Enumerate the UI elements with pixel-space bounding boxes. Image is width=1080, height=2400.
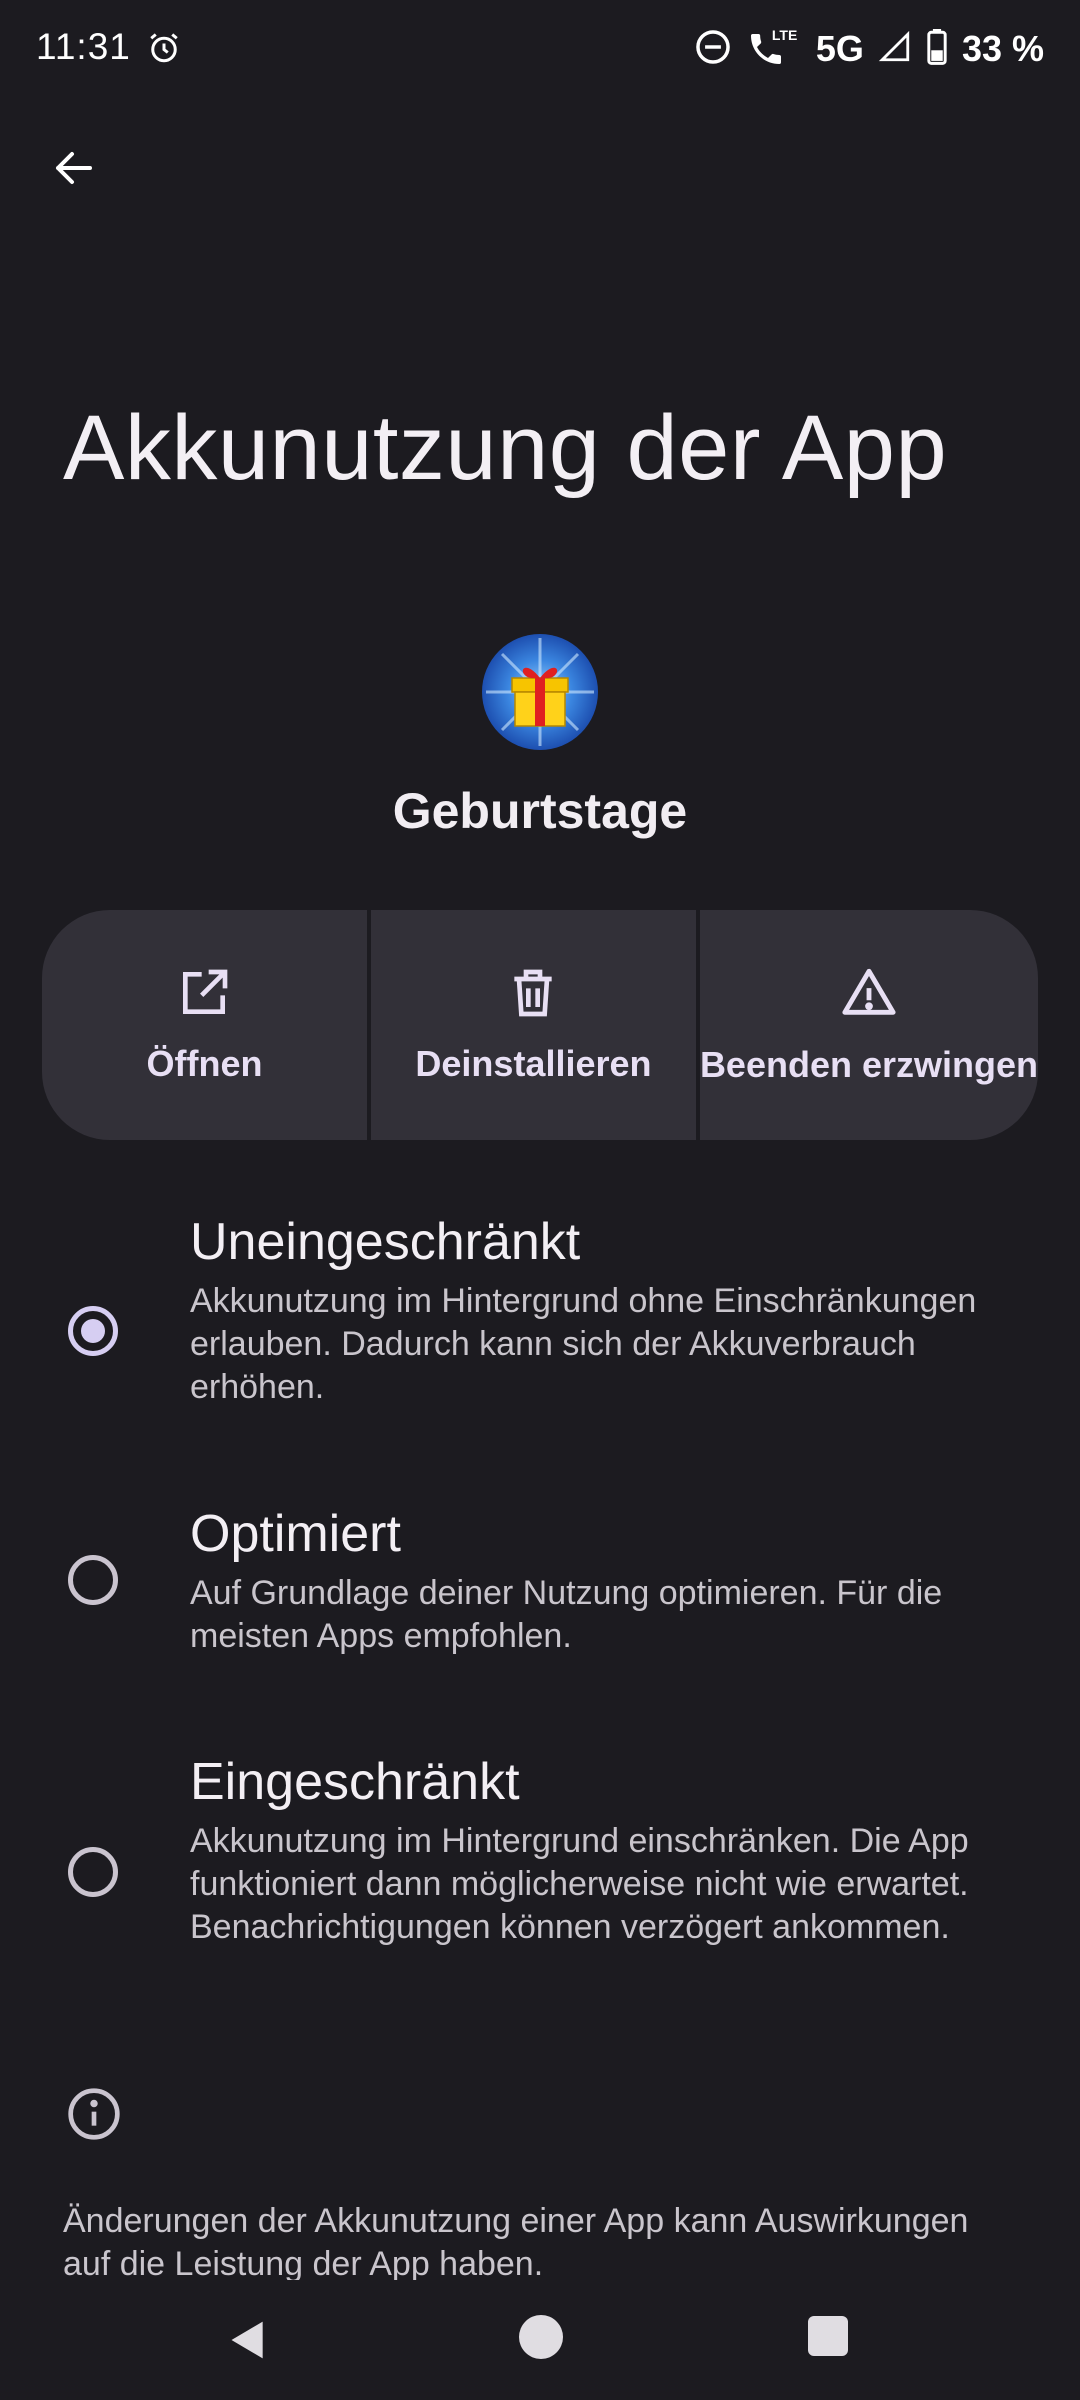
radio-unrestricted[interactable] — [68, 1306, 118, 1356]
open-button[interactable]: Öffnen — [42, 910, 367, 1140]
uninstall-button[interactable]: Deinstallieren — [366, 910, 696, 1140]
battery-percent: 33 % — [961, 28, 1044, 69]
radio-restricted[interactable] — [68, 1847, 118, 1897]
option-title: Uneingeschränkt — [190, 1213, 581, 1271]
nav-recents-icon[interactable] — [808, 2316, 848, 2356]
trash-icon — [514, 969, 553, 1017]
signal-icon — [878, 30, 912, 69]
force-stop-button[interactable]: Beenden erzwingen — [695, 910, 1038, 1140]
battery-icon — [926, 28, 948, 70]
footer-info-text: Änderungen der Akkunutzung einer App kan… — [63, 2202, 969, 2280]
app-name: Geburtstage — [392, 783, 688, 839]
status-icons: LTE 5G 33 % — [694, 26, 1044, 72]
info-icon — [66, 2086, 122, 2142]
option-unrestricted[interactable]: Uneingeschränkt Akkunutzung im Hintergru… — [0, 1200, 1080, 1420]
option-description: Auf Grundlage deiner Nutzung optimieren.… — [190, 1574, 943, 1655]
page-title: Akkunutzung der App — [63, 397, 948, 499]
wifi-calling-icon: LTE — [746, 27, 802, 69]
network-type: 5G — [815, 28, 864, 69]
radio-optimized[interactable] — [68, 1555, 118, 1605]
gift-app-icon — [482, 634, 598, 750]
arrow-back-icon — [56, 152, 92, 184]
navigation-bar — [0, 2290, 1080, 2400]
open-label: Öffnen — [146, 1043, 263, 1084]
uninstall-label: Deinstallieren — [415, 1043, 652, 1084]
app-actions: Öffnen Deinstallieren Beenden erzwingen — [42, 910, 1038, 1140]
warning-icon — [842, 968, 896, 1015]
option-optimized[interactable]: Optimiert Auf Grundlage deiner Nutzung o… — [0, 1492, 1080, 1672]
do-not-disturb-icon — [694, 28, 732, 71]
status-bar: 11:31 LTE 5G 33 % — [0, 0, 1080, 100]
option-description: Akkunutzung im Hintergrund einschränken.… — [190, 1822, 969, 1946]
alarm-icon — [146, 30, 182, 71]
option-title: Optimiert — [190, 1505, 401, 1563]
option-title: Eingeschränkt — [190, 1753, 520, 1811]
open-external-icon — [183, 969, 228, 1014]
lte-label: LTE — [771, 27, 798, 43]
back-button[interactable] — [36, 130, 112, 206]
force-stop-label: Beenden erzwingen — [699, 1044, 1038, 1085]
nav-home-icon[interactable] — [519, 2315, 563, 2359]
nav-back-icon[interactable] — [226, 2318, 270, 2362]
option-description: Akkunutzung im Hintergrund ohne Einschrä… — [190, 1282, 977, 1406]
status-time: 11:31 — [36, 26, 131, 67]
option-restricted[interactable]: Eingeschränkt Akkunutzung im Hintergrund… — [0, 1740, 1080, 2000]
